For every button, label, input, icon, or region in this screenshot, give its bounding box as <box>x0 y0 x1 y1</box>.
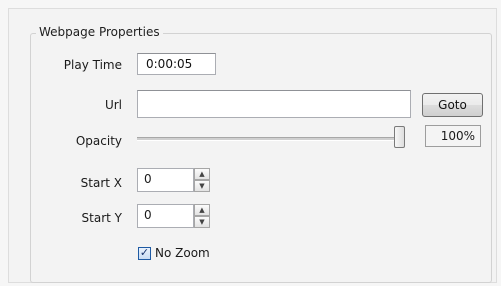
no-zoom-label[interactable]: No Zoom <box>155 246 210 261</box>
play-time-field[interactable]: 0:00:05 <box>137 53 216 75</box>
opacity-slider-track[interactable] <box>137 137 399 141</box>
goto-button[interactable]: Goto <box>422 93 483 117</box>
start-y-label: Start Y <box>81 211 122 225</box>
spin-down-icon[interactable]: ▼ <box>194 180 210 192</box>
no-zoom-checkbox[interactable]: ✓ <box>138 246 151 260</box>
opacity-label: Opacity <box>75 134 122 148</box>
opacity-slider-thumb[interactable] <box>394 126 405 148</box>
url-field[interactable] <box>137 90 411 118</box>
opacity-value: 100% <box>425 125 481 147</box>
checkmark-icon: ✓ <box>139 246 150 259</box>
start-y-spinbox: 0 ▲ ▼ <box>137 204 217 228</box>
start-x-input[interactable]: 0 <box>137 168 194 192</box>
group-title: Webpage Properties <box>36 25 163 40</box>
play-time-label: Play Time <box>63 58 122 72</box>
spin-down-icon[interactable]: ▼ <box>194 216 210 228</box>
start-x-spinbox: 0 ▲ ▼ <box>137 168 217 192</box>
spin-up-icon[interactable]: ▲ <box>194 204 210 216</box>
start-x-label: Start X <box>80 176 122 190</box>
start-y-input[interactable]: 0 <box>137 204 194 228</box>
spin-up-icon[interactable]: ▲ <box>194 168 210 180</box>
url-label: Url <box>104 98 122 112</box>
